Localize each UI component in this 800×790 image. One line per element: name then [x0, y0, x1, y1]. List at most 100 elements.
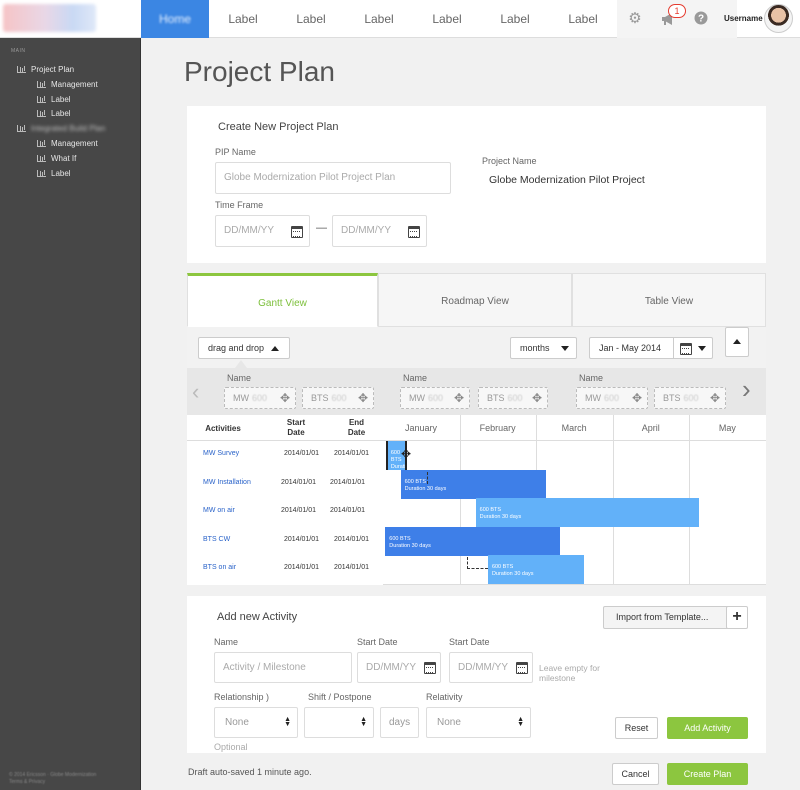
activity-name-input[interactable]: Activity / Milestone	[214, 652, 352, 683]
reset-button[interactable]: Reset	[615, 717, 658, 739]
relativity-value: None	[437, 717, 461, 728]
move-icon[interactable]: ✥	[280, 388, 290, 408]
activity-end-input[interactable]: DD/MM/YY	[449, 652, 533, 683]
nav-tab-2[interactable]: Label	[277, 0, 345, 38]
period-label: months	[520, 343, 550, 353]
table-header-divider	[187, 440, 383, 441]
move-icon[interactable]: ✥	[358, 388, 368, 408]
nav-tab-4[interactable]: Label	[413, 0, 481, 38]
brand-logo[interactable]	[3, 4, 96, 32]
move-icon[interactable]: ✥	[710, 388, 720, 408]
tab-roadmap-view[interactable]: Roadmap View	[378, 273, 572, 327]
relativity-select[interactable]: None ▲ ▼	[426, 707, 531, 738]
days-label: days	[389, 717, 411, 728]
name-chip[interactable]: MW 600 ✥	[576, 387, 648, 409]
drag-and-drop-button[interactable]: drag and drop	[198, 337, 290, 359]
project-name-value: Globe Modernization Pilot Project	[489, 174, 645, 186]
move-icon[interactable]: ✥	[632, 388, 642, 408]
activity-start-date: 2014/01/01	[281, 507, 317, 514]
activity-link[interactable]: MW on air	[203, 507, 235, 514]
sidebar-item-management-2[interactable]: Management	[37, 138, 98, 150]
calendar-icon[interactable]	[408, 226, 420, 238]
gantt-bar[interactable]: 600 BTS Duration 30 days	[487, 555, 585, 584]
add-activity-button[interactable]: Add Activity	[667, 717, 748, 739]
gantt-bar[interactable]: 600 BTS Duration 30 days	[385, 526, 560, 556]
create-plan-button[interactable]: Create Plan	[667, 763, 748, 785]
activity-link[interactable]: MW Survey	[203, 450, 239, 457]
calendar-icon	[680, 343, 692, 355]
autosave-status: Draft auto-saved 1 minute ago.	[188, 767, 312, 777]
pip-name-value: Globe Modernization Pilot Project Plan	[224, 172, 396, 183]
move-icon[interactable]: ✥	[532, 388, 542, 408]
activity-link[interactable]: BTS on air	[203, 564, 236, 571]
name-chip[interactable]: BTS 600 ✥	[654, 387, 726, 409]
nav-tab-6[interactable]: Label	[549, 0, 617, 38]
nav-tab-5[interactable]: Label	[481, 0, 549, 38]
sidebar-item-label-2[interactable]: Label	[37, 108, 71, 120]
gantt-header-divider	[383, 440, 766, 441]
chart-icon	[37, 96, 46, 104]
calendar-icon[interactable]	[516, 662, 528, 674]
resize-handle[interactable]	[385, 441, 388, 470]
nav-tab-1[interactable]: Label	[209, 0, 277, 38]
sidebar-item-label: Label	[51, 95, 71, 104]
range-select[interactable]: Jan - May 2014	[589, 337, 713, 359]
sidebar-item-label-3[interactable]: Label	[37, 168, 71, 180]
pip-name-input[interactable]: Globe Modernization Pilot Project Plan	[215, 162, 451, 194]
sidebar-footer-links[interactable]: Terms & Privacy	[9, 779, 96, 786]
start-date-input[interactable]: DD/MM/YY	[215, 215, 310, 247]
nav-tab-home[interactable]: Home	[141, 0, 209, 38]
add-icon[interactable]: +	[726, 606, 748, 629]
avatar[interactable]	[764, 4, 793, 33]
tab-gantt-view[interactable]: Gantt View	[187, 273, 378, 327]
move-icon[interactable]: ✥	[401, 447, 411, 461]
activity-start-input[interactable]: DD/MM/YY	[357, 652, 441, 683]
chevron-right-icon[interactable]: ›	[742, 374, 751, 405]
sidebar-item-label: Management	[51, 139, 98, 148]
sidebar-item-project-plan[interactable]: Project Plan	[17, 64, 74, 76]
month-label: March	[561, 423, 587, 433]
period-select[interactable]: months	[510, 337, 577, 359]
help-icon[interactable]: ?	[693, 11, 709, 27]
chip-name: BTS	[311, 393, 329, 403]
activity-end-date: 2014/01/01	[330, 478, 366, 486]
sidebar-item-integrated-build-plan[interactable]: Integrated Build Plan	[17, 123, 105, 135]
sidebar-item-label-1[interactable]: Label	[37, 94, 71, 106]
gantt-bar[interactable]: 600 BTS Duration 30 days	[400, 469, 547, 499]
name-chip[interactable]: BTS 600 ✥	[302, 387, 374, 409]
chevron-left-icon[interactable]: ‹	[192, 379, 199, 405]
name-chip[interactable]: MW 600 ✥	[400, 387, 470, 409]
top-bar: Home Label Label Label Label Label Label…	[0, 0, 800, 38]
tab-table-view[interactable]: Table View	[572, 273, 766, 327]
sidebar-item-management[interactable]: Management	[37, 79, 98, 91]
end-date-header: End Date	[347, 418, 366, 437]
activity-link[interactable]: MW Installation	[203, 479, 251, 486]
name-chip[interactable]: BTS 600 ✥	[478, 387, 548, 409]
move-icon[interactable]: ✥	[454, 388, 464, 408]
calendar-icon[interactable]	[424, 662, 436, 674]
cancel-button[interactable]: Cancel	[612, 763, 659, 785]
gantt-bar-duration: Duration 30 days	[389, 542, 431, 549]
sidebar-item-what-if[interactable]: What If	[37, 153, 76, 165]
chip-count: 600	[252, 393, 268, 403]
end-date-input[interactable]: DD/MM/YY	[332, 215, 427, 247]
nav-tab-3[interactable]: Label	[345, 0, 413, 38]
activities-header: Activities	[205, 424, 241, 433]
activity-end-placeholder: DD/MM/YY	[458, 662, 508, 673]
activity-link[interactable]: BTS CW	[203, 536, 230, 543]
username[interactable]: Username	[724, 14, 763, 23]
gantt-bar-count: 600 BTS	[479, 507, 502, 513]
relationship-select[interactable]: None ▲ ▼	[214, 707, 298, 738]
gantt-bar-duration: Duration 30 days	[479, 514, 522, 520]
name-chip[interactable]: MW 600 ✥	[224, 387, 296, 409]
activity-start-date: 2014/01/01	[284, 564, 320, 571]
collapse-button[interactable]	[725, 327, 749, 357]
sidebar: MAIN Project Plan Management Label Label…	[0, 38, 141, 790]
shift-select[interactable]: ▲ ▼	[304, 707, 374, 738]
import-template-button[interactable]: Import from Template...	[603, 606, 730, 629]
gantt-bar[interactable]: 600 BTS Duration 30 days	[475, 498, 699, 527]
gantt-bar-duration: Duration 30 days	[491, 571, 534, 577]
calendar-icon[interactable]	[291, 226, 303, 238]
chart-icon	[37, 155, 46, 163]
gear-icon[interactable]: ⚙	[627, 11, 643, 27]
